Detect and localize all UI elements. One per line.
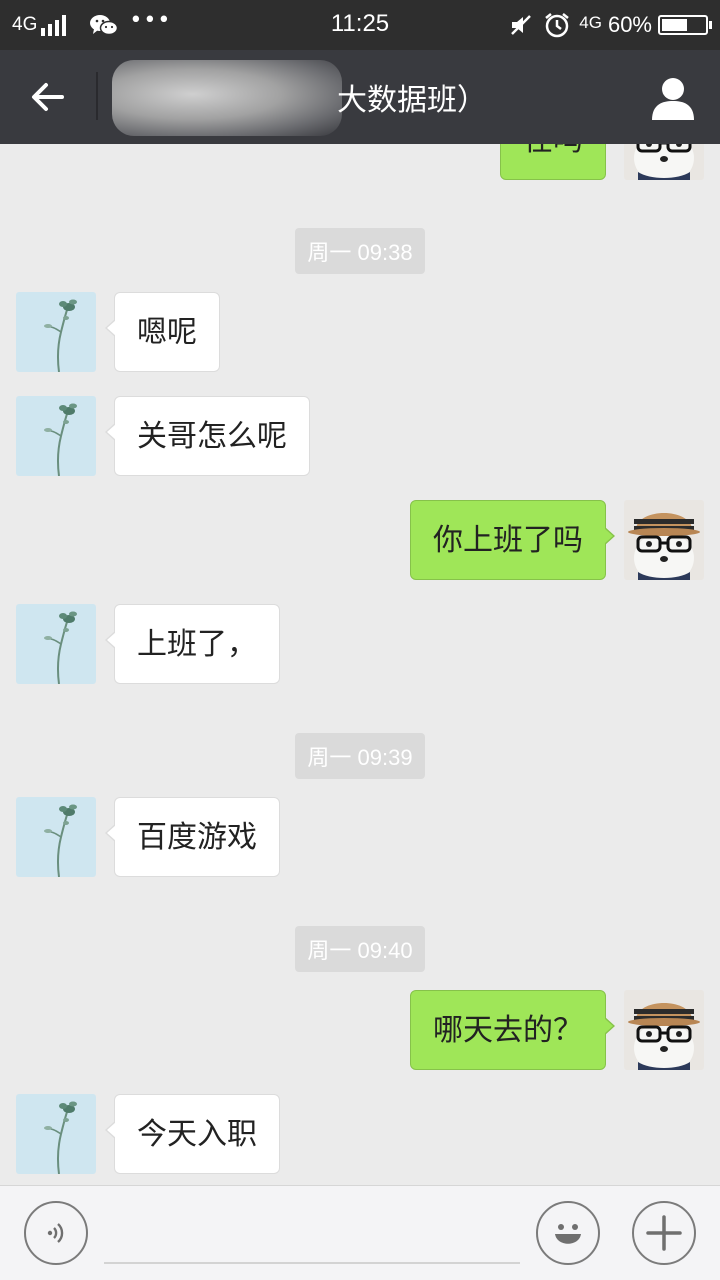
timestamp-label: 周一 09:38: [0, 228, 720, 274]
voice-button[interactable]: [24, 1201, 88, 1265]
message-list[interactable]: 在吗 周一 09:38 嗯呢 关哥怎么呢 你上班了吗 上班了， 周一 09:39…: [0, 144, 720, 1185]
profile-icon[interactable]: [650, 76, 696, 120]
emoji-icon: [555, 1224, 581, 1244]
status-bar: 4G ••• 11:25 4G 60%: [0, 0, 720, 50]
message-bubble-sent[interactable]: 哪天去的？: [410, 990, 615, 1070]
message-bubble-sent[interactable]: 你上班了吗: [410, 500, 615, 580]
message-bubble-received[interactable]: 嗯呢: [105, 292, 220, 372]
header-divider: [96, 72, 98, 120]
my-avatar[interactable]: [624, 990, 704, 1070]
input-bar: [0, 1185, 720, 1280]
plus-button[interactable]: [632, 1201, 696, 1265]
status-left: 4G •••: [12, 10, 171, 40]
alarm-icon: [545, 13, 570, 38]
network-type-label-right: 4G: [579, 13, 602, 32]
my-avatar[interactable]: [624, 144, 704, 180]
mute-icon: [511, 15, 532, 35]
message-input[interactable]: [104, 1198, 520, 1264]
timestamp-text: 周一 09:39: [295, 733, 425, 779]
message-bubble-received[interactable]: 百度游戏: [105, 797, 280, 877]
message-bubble-received[interactable]: 关哥怎么呢: [105, 396, 310, 476]
battery-percent: 60%: [607, 12, 652, 37]
voice-icon: [47, 1223, 64, 1243]
timestamp-label: 周一 09:39: [0, 733, 720, 779]
signal-icon: [41, 14, 69, 36]
network-type-label: 4G: [12, 14, 38, 35]
message-bubble-sent[interactable]: 在吗: [500, 144, 615, 180]
battery-icon: [658, 15, 712, 35]
plus-icon: [646, 1215, 682, 1251]
contact-avatar[interactable]: [16, 1094, 96, 1174]
wechat-icon: [90, 15, 119, 36]
chat-title: 大数据班）: [115, 74, 487, 120]
timestamp-text: 周一 09:38: [295, 228, 425, 274]
contact-avatar[interactable]: [16, 292, 96, 372]
battery-fill: [662, 19, 688, 31]
back-arrow-icon[interactable]: [24, 77, 72, 117]
timestamp-label: 周一 09:40: [0, 926, 720, 972]
contact-avatar[interactable]: [16, 396, 96, 476]
more-dots-icon: •••: [129, 8, 172, 33]
emoji-button[interactable]: [536, 1201, 600, 1265]
contact-avatar[interactable]: [16, 797, 96, 877]
timestamp-text: 周一 09:40: [295, 926, 425, 972]
my-avatar[interactable]: [624, 500, 704, 580]
status-right: 4G 60%: [509, 10, 712, 40]
message-bubble-received[interactable]: 今天入职: [105, 1094, 280, 1174]
chat-title-text: 大数据班）: [337, 83, 487, 118]
message-bubble-received[interactable]: 上班了，: [105, 604, 280, 684]
chat-header: 大数据班）: [0, 50, 720, 144]
contact-avatar[interactable]: [16, 604, 96, 684]
